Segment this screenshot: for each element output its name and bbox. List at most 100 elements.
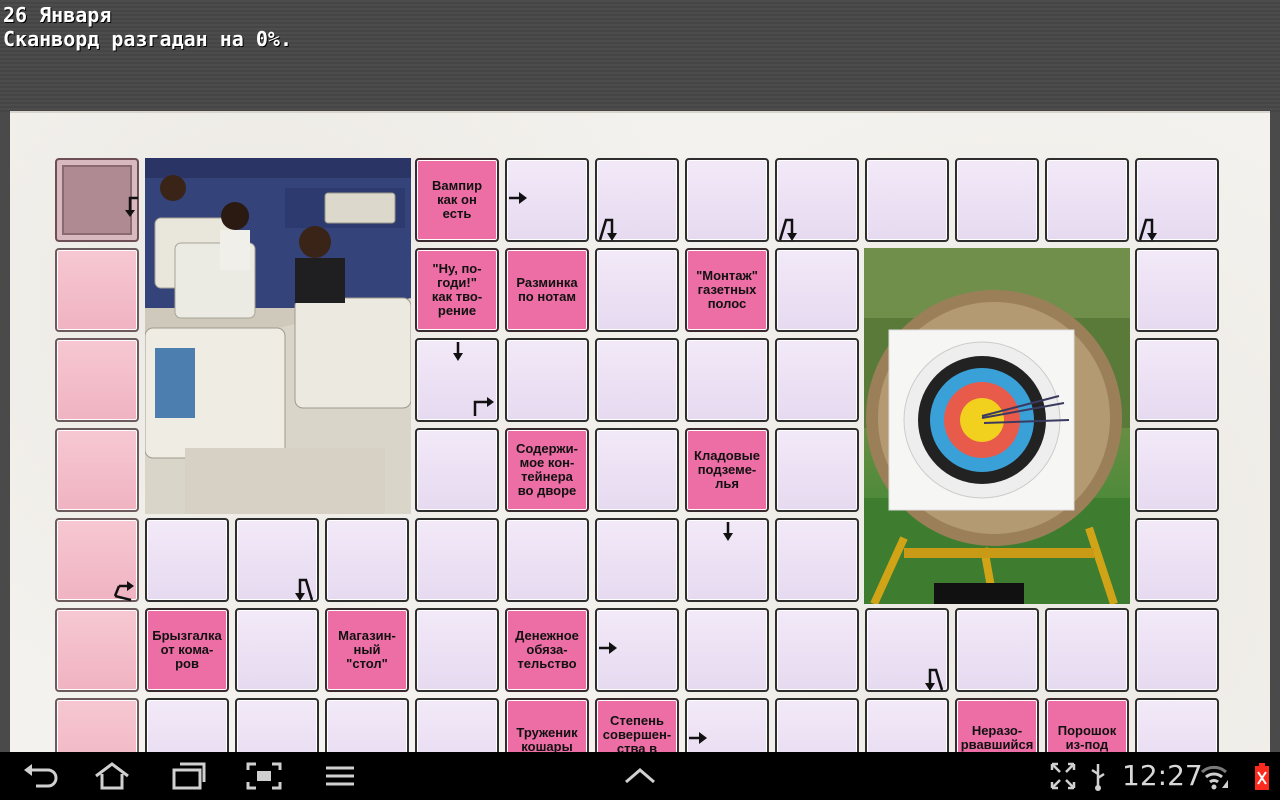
letter-cell[interactable] — [955, 608, 1039, 692]
clue-cell[interactable]: Порошок из-под — [1045, 698, 1129, 752]
arrow-icon — [723, 522, 733, 541]
letter-cell[interactable] — [1135, 428, 1219, 512]
usb-icon — [1091, 764, 1105, 791]
clue-cell[interactable]: Неразо- рвавшийся — [955, 698, 1039, 752]
recent-apps-icon[interactable] — [168, 760, 208, 792]
letter-cell[interactable] — [1135, 338, 1219, 422]
letter-cell[interactable] — [775, 518, 859, 602]
battery-icon — [1255, 763, 1269, 790]
letter-cell[interactable] — [325, 698, 409, 752]
letter-cell[interactable] — [685, 158, 769, 242]
arrow-icon — [113, 581, 134, 602]
wifi-icon — [1201, 765, 1228, 790]
clue-cell[interactable]: Денежное обяза- тельство — [505, 608, 589, 692]
letter-cell[interactable] — [1135, 158, 1219, 242]
letter-cell[interactable] — [955, 158, 1039, 242]
letter-cell[interactable] — [685, 608, 769, 692]
letter-cell[interactable] — [775, 248, 859, 332]
arrow-icon — [1138, 218, 1157, 241]
letter-cell[interactable] — [865, 608, 949, 692]
letter-cell[interactable] — [865, 158, 949, 242]
letter-cell[interactable] — [505, 158, 589, 242]
arrow-icon — [599, 642, 617, 654]
side-cell[interactable] — [55, 518, 139, 602]
letter-cell[interactable] — [145, 698, 229, 752]
crossword-board: Вампир как он есть "Ну, по- годи!" как т… — [10, 111, 1270, 752]
letter-cell[interactable] — [595, 518, 679, 602]
letter-cell[interactable] — [685, 338, 769, 422]
letter-cell[interactable] — [325, 518, 409, 602]
menu-icon[interactable] — [320, 760, 360, 792]
letter-cell[interactable] — [415, 698, 499, 752]
clue-cell[interactable]: Труженик кошары — [505, 698, 589, 752]
letter-cell[interactable] — [415, 608, 499, 692]
arrow-icon — [778, 218, 797, 241]
letter-cell[interactable] — [1135, 698, 1219, 752]
side-cell[interactable] — [55, 248, 139, 332]
letter-cell[interactable] — [595, 248, 679, 332]
letter-cell[interactable] — [1135, 518, 1219, 602]
letter-cell[interactable] — [235, 698, 319, 752]
up-chevron-icon[interactable] — [620, 760, 660, 792]
letter-cell[interactable] — [235, 608, 319, 692]
letter-cell[interactable] — [595, 428, 679, 512]
clue-cell[interactable]: "Ну, по- годи!" как тво- рение — [415, 248, 499, 332]
letter-cell[interactable] — [235, 518, 319, 602]
letter-cell[interactable] — [415, 428, 499, 512]
letter-cell[interactable] — [595, 338, 679, 422]
side-cell[interactable] — [55, 428, 139, 512]
letter-cell[interactable] — [1135, 608, 1219, 692]
side-cell[interactable] — [55, 338, 139, 422]
letter-cell[interactable] — [1045, 608, 1129, 692]
arrow-icon — [125, 196, 138, 217]
letter-cell[interactable] — [775, 428, 859, 512]
letter-cell[interactable] — [865, 698, 949, 752]
clue-cell[interactable]: Вампир как он есть — [415, 158, 499, 242]
letter-cell[interactable] — [775, 608, 859, 692]
letter-cell[interactable] — [505, 518, 589, 602]
archery-target-illustration — [864, 248, 1130, 604]
clue-cell[interactable]: Магазин- ный "стол" — [325, 608, 409, 692]
archery-target-photo — [864, 248, 1130, 604]
clue-cell[interactable]: Степень совершен- ства в — [595, 698, 679, 752]
arrow-icon — [473, 397, 494, 416]
fullscreen-icon[interactable] — [1048, 760, 1078, 792]
home-icon[interactable] — [92, 760, 132, 792]
letter-cell[interactable] — [505, 338, 589, 422]
letter-cell[interactable] — [775, 338, 859, 422]
letter-cell[interactable] — [775, 698, 859, 752]
clue-cell[interactable]: Содержи- мое кон- тейнера во дворе — [505, 428, 589, 512]
arrow-icon — [509, 192, 527, 204]
arrow-icon — [598, 218, 617, 241]
arrow-icon — [453, 342, 463, 361]
arrow-icon — [295, 578, 314, 601]
letter-cell[interactable] — [145, 518, 229, 602]
computer-class-photo — [145, 158, 411, 514]
letter-cell[interactable] — [685, 698, 769, 752]
back-icon[interactable] — [20, 760, 60, 792]
clock: 12:27 — [1122, 759, 1203, 792]
header: 26 Января Сканворд разгадан на 0%. — [0, 0, 1280, 112]
clue-cell[interactable]: Брызгалка от кома- ров — [145, 608, 229, 692]
clue-cell[interactable]: Разминка по нотам — [505, 248, 589, 332]
screenshot-icon[interactable] — [244, 760, 284, 792]
clue-cell[interactable]: "Монтаж" газетных полос — [685, 248, 769, 332]
letter-cell[interactable] — [685, 518, 769, 602]
side-cell[interactable] — [55, 608, 139, 692]
letter-cell[interactable] — [595, 608, 679, 692]
computer-class-illustration — [145, 158, 411, 514]
corner-cell — [55, 158, 139, 242]
clue-cell[interactable]: Кладовые подземе- лья — [685, 428, 769, 512]
letter-cell[interactable] — [415, 338, 499, 422]
arrow-icon — [689, 732, 707, 744]
crossword-grid: Вампир как он есть "Ну, по- годи!" как т… — [10, 113, 1270, 752]
letter-cell[interactable] — [1045, 158, 1129, 242]
date-label: 26 Января — [3, 3, 112, 27]
letter-cell[interactable] — [775, 158, 859, 242]
letter-cell[interactable] — [415, 518, 499, 602]
side-cell[interactable] — [55, 698, 139, 752]
letter-cell[interactable] — [595, 158, 679, 242]
progress-label: Сканворд разгадан на 0%. — [3, 27, 292, 51]
letter-cell[interactable] — [1135, 248, 1219, 332]
system-navigation-bar — [0, 752, 1280, 800]
